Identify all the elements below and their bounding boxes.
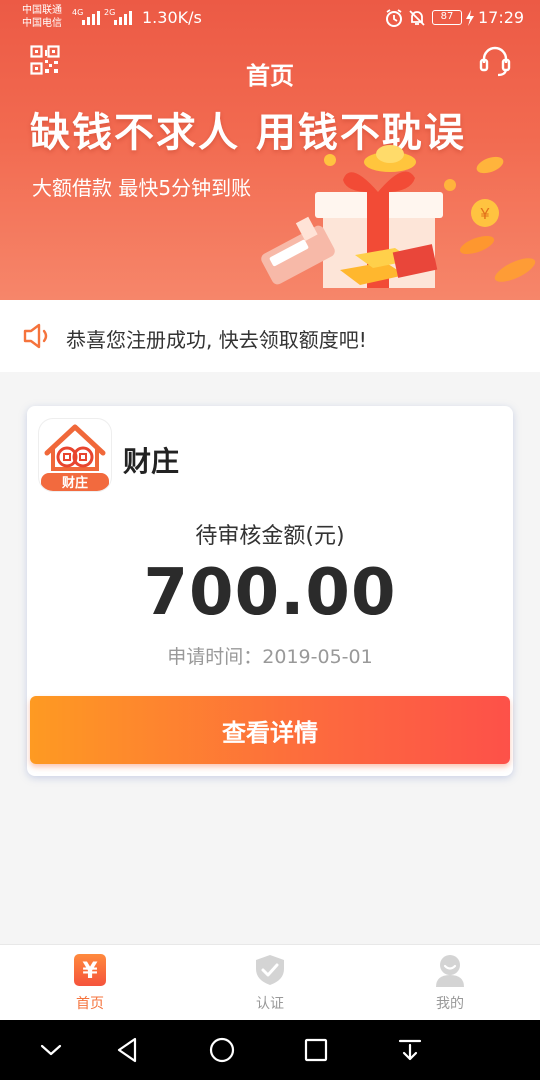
page-title: 首页: [246, 62, 294, 90]
battery-indicator: 87: [432, 10, 462, 25]
notification-pulldown-icon[interactable]: [395, 1035, 425, 1065]
tab-home-label: 首页: [76, 996, 104, 1012]
gift-box-illustration: ¥: [261, 145, 536, 288]
notice-text: 恭喜您注册成功, 快去领取额度吧!: [66, 328, 367, 352]
amount-label: 待审核金额(元): [195, 524, 345, 549]
bottom-tab-bar: ¥ 首页 认证 我的: [0, 944, 540, 1020]
app-logo: 财庄: [39, 419, 111, 491]
carrier-names: 中国联通 中国电信: [22, 4, 62, 30]
recent-apps-icon[interactable]: [301, 1035, 331, 1065]
svg-text:¥: ¥: [480, 206, 490, 223]
pending-amount: 700.00: [143, 556, 397, 630]
banner-sub-slogan: 大额借款 最快5分钟到账: [32, 176, 252, 200]
back-icon[interactable]: [113, 1035, 143, 1065]
notice-bar: 恭喜您注册成功, 快去领取额度吧!: [0, 300, 540, 372]
carrier-1: 中国联通: [22, 5, 62, 16]
tab-home[interactable]: ¥ 首页: [30, 945, 150, 1021]
home-yuan-icon: ¥: [74, 954, 106, 986]
status-bar: 中国联通 中国电信 4G 2G 1.30K/s 87 17:29: [0, 0, 540, 38]
user-profile-icon: [436, 955, 464, 987]
signal-icon: [82, 9, 100, 25]
app-name: 财庄: [123, 445, 180, 478]
network-speed: 1.30K/s: [142, 8, 202, 27]
home-circle-icon[interactable]: [207, 1035, 237, 1065]
tab-mine[interactable]: 我的: [390, 945, 510, 1021]
system-nav-bar: [0, 1020, 540, 1080]
header-banner: 中国联通 中国电信 4G 2G 1.30K/s 87 17:29 首页 缺钱不求…: [0, 0, 540, 300]
tab-auth-label: 认证: [256, 996, 284, 1012]
svg-text:¥: ¥: [82, 959, 98, 984]
apply-time: 申请时间：2019-05-01: [167, 646, 373, 668]
view-details-button[interactable]: 查看详情: [30, 696, 510, 764]
clock: 17:29: [478, 8, 525, 27]
alarm-icon: [386, 9, 402, 27]
house-coin-icon: 财庄: [41, 424, 109, 491]
mute-bell-icon: [409, 10, 425, 26]
charging-icon: [466, 10, 474, 26]
speaker-icon: [23, 323, 48, 349]
shield-check-icon: [256, 955, 284, 985]
customer-service-icon[interactable]: [478, 44, 512, 78]
chevron-down-icon[interactable]: [36, 1035, 66, 1065]
tab-auth[interactable]: 认证: [210, 945, 330, 1021]
loan-card: 财庄 财庄 待审核金额(元) 700.00 申请时间：2019-05-01 查看…: [27, 406, 513, 776]
signal-icon: [114, 9, 132, 25]
carrier-2: 中国电信: [22, 18, 62, 29]
tab-mine-label: 我的: [436, 996, 464, 1012]
logo-text: 财庄: [62, 475, 88, 491]
